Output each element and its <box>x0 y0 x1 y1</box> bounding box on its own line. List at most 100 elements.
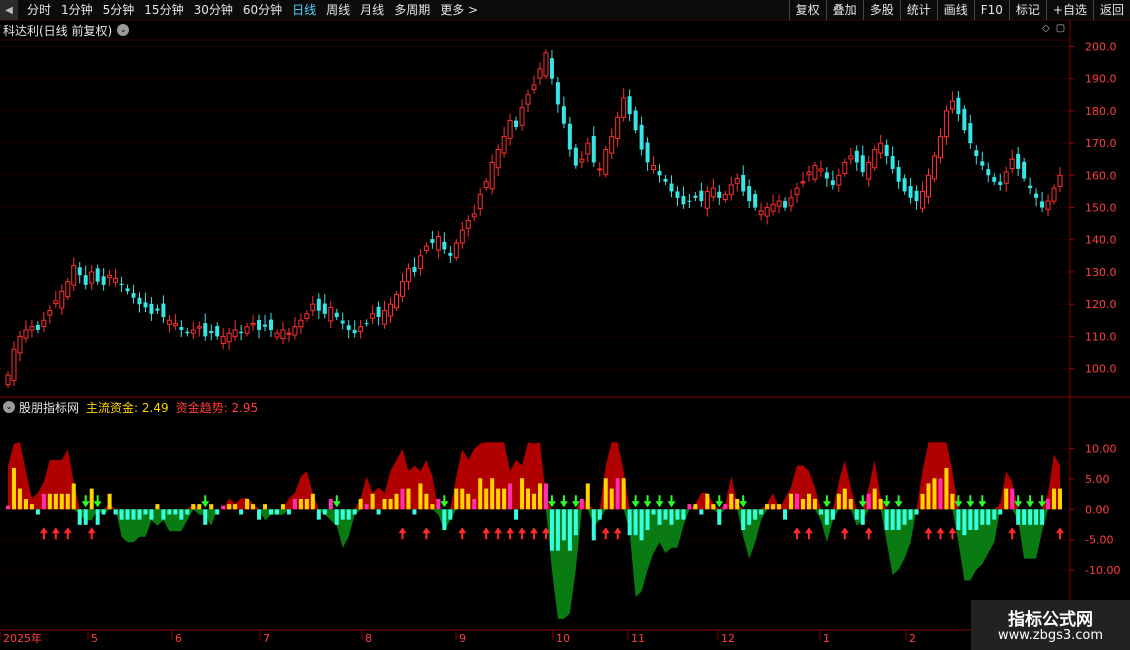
fund-bar <box>860 509 865 525</box>
candle-body <box>902 178 907 192</box>
stock-title: 科达利(日线 前复权) <box>3 23 113 38</box>
candle-body <box>435 236 441 251</box>
fund-bar <box>705 493 710 510</box>
candle-body <box>172 323 178 327</box>
indicator-tick-label: -5.00 <box>1085 534 1113 547</box>
sell-arrow-icon <box>822 495 831 508</box>
candle-body <box>220 335 226 344</box>
time-tick-label: 1 <box>823 632 830 645</box>
fund-bar <box>878 498 883 510</box>
candle-body <box>47 310 53 316</box>
fund-bar <box>269 509 273 515</box>
candle-body <box>489 161 495 190</box>
fund-bar <box>532 493 536 510</box>
candle-body <box>537 68 543 79</box>
fund-bar <box>227 504 232 510</box>
dropdown-icon[interactable]: ⌄ <box>117 24 130 36</box>
sell-arrow-icon <box>201 495 210 508</box>
candle-body <box>573 147 578 166</box>
buy-arrow-icon <box>864 527 873 540</box>
candle-body <box>998 181 1003 185</box>
fund-bar <box>520 478 525 510</box>
candle-body <box>274 332 280 338</box>
fund-bar <box>263 504 268 510</box>
candle-body <box>514 120 519 127</box>
candle-body <box>95 268 100 282</box>
fund-bar <box>155 504 160 510</box>
candle-body <box>681 196 686 205</box>
candle-body <box>890 155 895 169</box>
fund-bar <box>842 488 847 510</box>
chart-canvas[interactable]: 200.0 190.0 180.0 170.0 160.0 150.0 140.0 130.0… <box>0 0 1130 650</box>
candle-body <box>986 169 991 176</box>
fund-bar <box>1040 509 1045 525</box>
candle-body <box>627 96 632 115</box>
fund-bar <box>310 493 315 510</box>
candle-body <box>806 171 812 176</box>
candle-body <box>71 265 77 286</box>
candle-body <box>525 94 531 105</box>
fund-bar <box>902 509 907 525</box>
candle-body <box>1009 158 1015 170</box>
candle-body <box>633 110 638 131</box>
fund-bar <box>292 498 297 510</box>
price-tick-label: 140.0 <box>1085 234 1117 247</box>
fund-bar <box>17 488 22 510</box>
fund-bar <box>795 493 799 510</box>
fund-bar <box>41 493 46 510</box>
sell-arrow-icon <box>655 495 664 508</box>
candle-body <box>519 107 525 126</box>
candle-body <box>41 319 47 327</box>
candle-body <box>113 277 119 283</box>
candle-body <box>908 186 913 198</box>
fund-bar <box>460 488 465 510</box>
candle-body <box>11 348 17 381</box>
fund-bar <box>328 498 333 510</box>
candle-body <box>119 283 124 285</box>
fund-bar <box>173 509 178 515</box>
candle-body <box>155 308 160 311</box>
candle-body <box>53 300 59 305</box>
candle-body <box>394 294 400 309</box>
buy-arrow-icon <box>458 527 467 540</box>
fund-bar <box>812 498 817 510</box>
candle-body <box>483 181 489 189</box>
candle-body <box>531 84 537 90</box>
dropdown-icon[interactable]: ⌄ <box>3 401 15 413</box>
fund-bar <box>573 509 578 536</box>
candle-body <box>448 252 453 256</box>
buy-arrow-icon <box>506 527 515 540</box>
time-tick-label: 8 <box>365 632 372 645</box>
fund-bar <box>747 509 752 525</box>
fund-bar <box>77 509 82 525</box>
window-icon[interactable]: ▢ <box>1056 23 1065 34</box>
fund-bar <box>974 509 979 530</box>
fund-bar <box>29 504 34 510</box>
main-chart-titlebar: 科达利(日线 前复权) ⌄ <box>0 21 130 39</box>
candle-body <box>101 276 106 285</box>
candle-body <box>322 303 327 314</box>
price-tick-label: 160.0 <box>1085 169 1117 182</box>
fund-bar <box>675 509 680 520</box>
fund-bar <box>609 488 614 510</box>
watermark-title: 指标公式网 <box>1008 610 1093 630</box>
sell-arrow-icon <box>332 495 341 508</box>
candle-body <box>35 324 40 330</box>
indicator-tick-label: 5.00 <box>1085 473 1110 486</box>
fund-bar <box>119 509 124 520</box>
diamond-icon[interactable]: ◇ <box>1042 23 1050 34</box>
fund-bar <box>806 493 811 510</box>
candle-body <box>615 116 621 139</box>
fund-bar <box>962 509 967 536</box>
price-tick-label: 190.0 <box>1085 73 1117 86</box>
fund-bar <box>872 488 877 510</box>
candle-body <box>203 323 208 337</box>
fund-bar <box>137 509 142 520</box>
sell-arrow-icon <box>643 495 652 508</box>
fund-bar <box>412 509 417 515</box>
candle-body <box>728 184 734 196</box>
fund-bar <box>992 509 997 520</box>
candle-body <box>239 331 244 334</box>
fund-bar <box>394 493 399 510</box>
price-tick-label: 180.0 <box>1085 105 1117 118</box>
